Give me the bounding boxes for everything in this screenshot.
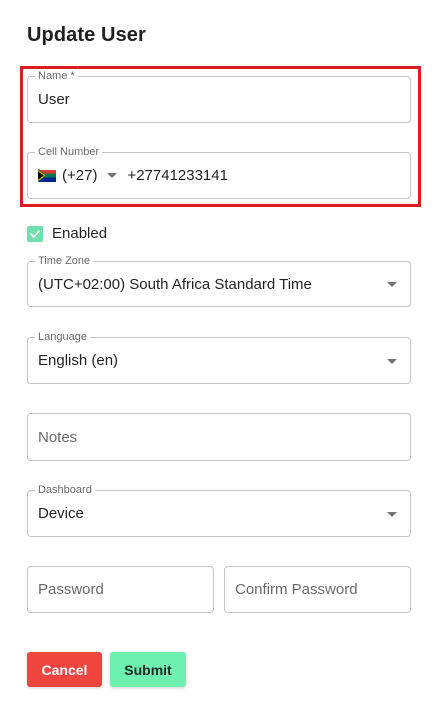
language-value: English (en) — [38, 352, 119, 369]
password-placeholder: Password — [38, 581, 104, 598]
notes-field[interactable]: Notes — [27, 413, 411, 461]
cell-number-input-value[interactable]: +27741233141 — [127, 167, 228, 184]
confirm-password-field[interactable]: Confirm Password — [224, 566, 411, 613]
dashboard-select[interactable]: Dashboard Device — [27, 483, 411, 537]
password-field[interactable]: Password — [27, 566, 214, 613]
name-field[interactable]: Name * User — [27, 69, 411, 123]
south-africa-flag-icon[interactable] — [38, 169, 56, 182]
country-dropdown-caret-icon[interactable] — [107, 173, 118, 178]
chevron-down-icon[interactable] — [387, 511, 397, 517]
cell-number-field[interactable]: Cell Number (+27) +27741233141 — [27, 145, 411, 199]
country-code[interactable]: (+27) — [62, 167, 97, 184]
time-zone-select[interactable]: Time Zone (UTC+02:00) South Africa Stand… — [27, 254, 411, 307]
time-zone-value: (UTC+02:00) South Africa Standard Time — [38, 275, 312, 293]
update-user-form: Update User Name * User Cell Number (+27… — [0, 0, 439, 701]
chevron-down-icon[interactable] — [387, 358, 397, 364]
enabled-label: Enabled — [52, 225, 108, 242]
submit-button[interactable]: Submit — [110, 652, 186, 687]
notes-placeholder: Notes — [38, 428, 78, 446]
enabled-checkbox-row[interactable]: Enabled — [27, 225, 107, 242]
enabled-checkbox[interactable] — [27, 225, 43, 242]
page-title: Update User — [27, 24, 146, 46]
checkmark-icon — [30, 229, 40, 238]
cancel-button[interactable]: Cancel — [27, 652, 102, 687]
chevron-down-icon[interactable] — [387, 282, 397, 287]
language-select[interactable]: Language English (en) — [27, 330, 411, 384]
phone-input-row: (+27) +27741233141 — [38, 153, 228, 198]
confirm-password-placeholder: Confirm Password — [235, 581, 358, 598]
dashboard-value: Device — [38, 505, 84, 522]
name-input-value[interactable]: User — [38, 77, 70, 122]
